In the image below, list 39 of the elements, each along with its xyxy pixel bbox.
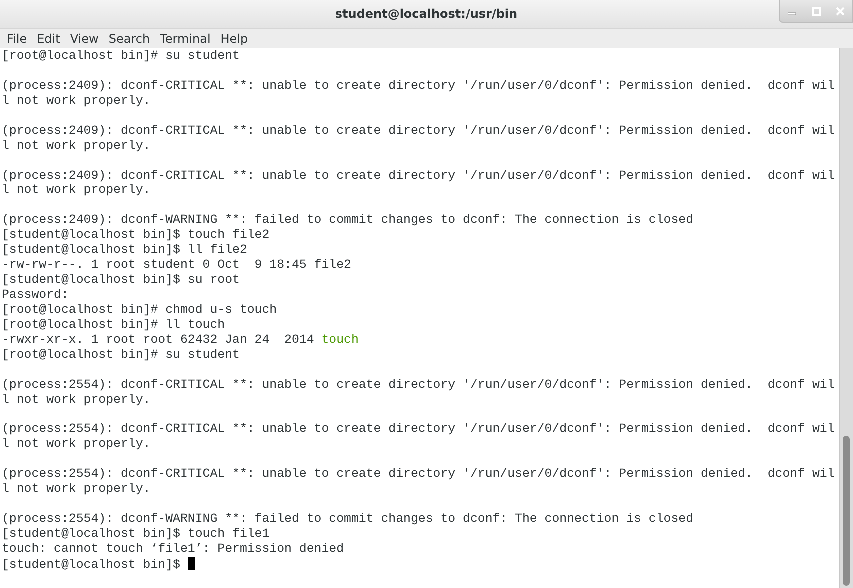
terminal-text: -rw-rw-r--. 1 root student 0 Oct 9 18:45 file2 bbox=[2, 258, 352, 272]
menu-item[interactable]: Terminal bbox=[155, 32, 216, 46]
menu-item[interactable]: Edit bbox=[32, 32, 66, 46]
terminal-text: [root@localhost bin]# su student bbox=[2, 348, 240, 362]
close-icon bbox=[836, 6, 844, 16]
terminal-text: (process:2554): dconf-WARNING **: failed to commit changes to dconf: The connection is closed bbox=[2, 512, 694, 526]
colored-filename: touch bbox=[322, 332, 359, 347]
scrollbar-thumb[interactable] bbox=[843, 436, 850, 586]
maximize-icon bbox=[812, 6, 820, 16]
menu-item[interactable]: Search bbox=[104, 32, 156, 46]
terminal-text: [root@localhost bin]# ll touch bbox=[2, 318, 226, 332]
terminal-text: l not work properly. bbox=[2, 392, 151, 407]
terminal-text: l not work properly. bbox=[2, 183, 151, 198]
menu-item[interactable]: View bbox=[65, 32, 104, 46]
terminal-text: l not work properly. bbox=[2, 482, 151, 496]
terminal-text: [student@localhost bin]$ touch file2 bbox=[2, 228, 270, 242]
terminal-text: l not work properly. bbox=[2, 138, 151, 153]
menu-item[interactable]: Help bbox=[216, 32, 254, 46]
terminal-text: (process:2409): dconf-CRITICAL **: unable to create directory '/run/user/0/dconf': Permission denied. dconf wil bbox=[2, 124, 835, 138]
terminal-text: (process:2409): dconf-WARNING **: failed to commit changes to dconf: The connection is closed bbox=[2, 213, 694, 228]
menu-item[interactable]: File bbox=[2, 32, 32, 46]
terminal-text: (process:2554): dconf-CRITICAL **: unable to create directory '/run/user/0/dconf': Permission denied. dconf wil bbox=[2, 378, 835, 392]
scrollbar[interactable] bbox=[839, 48, 853, 588]
terminal-text: [student@localhost bin]$ ll file2 bbox=[2, 243, 248, 258]
terminal-text: l not work properly. bbox=[2, 94, 151, 108]
terminal-text: [root@localhost bin]# su student bbox=[2, 49, 240, 63]
terminal-text: (process:2554): dconf-CRITICAL **: unable to create directory '/run/user/0/dconf': Permission denied. dconf wil bbox=[2, 467, 835, 482]
terminal-text: l not work properly. bbox=[2, 437, 151, 452]
terminal-text: Password: bbox=[2, 288, 69, 302]
terminal-text: (process:2409): dconf-CRITICAL **: unable to create directory '/run/user/0/dconf': Permission denied. dconf wil bbox=[2, 78, 835, 93]
window-title: student@localhost:/usr/bin bbox=[335, 7, 518, 21]
terminal-text: [student@localhost bin]$ touch file1 bbox=[2, 527, 270, 541]
terminal-text: (process:2409): dconf-CRITICAL **: unable to create directory '/run/user/0/dconf': Permission denied. dconf wil bbox=[2, 168, 835, 182]
terminal-text: [root@localhost bin]# chmod u-s touch bbox=[2, 302, 278, 317]
terminal-text: touch: cannot touch ‘file1’: Permission denied bbox=[2, 542, 344, 556]
terminal-text: [student@localhost bin]$ su root bbox=[2, 273, 240, 288]
terminal-text: [student@localhost bin]$ bbox=[2, 558, 182, 572]
terminal-text: -rwxr-xr-x. 1 root root 62432 Jan 24 2014 bbox=[2, 332, 316, 347]
terminal-text: (process:2554): dconf-CRITICAL **: unable to create directory '/run/user/0/dconf': Permission denied. dconf wil bbox=[2, 422, 835, 436]
